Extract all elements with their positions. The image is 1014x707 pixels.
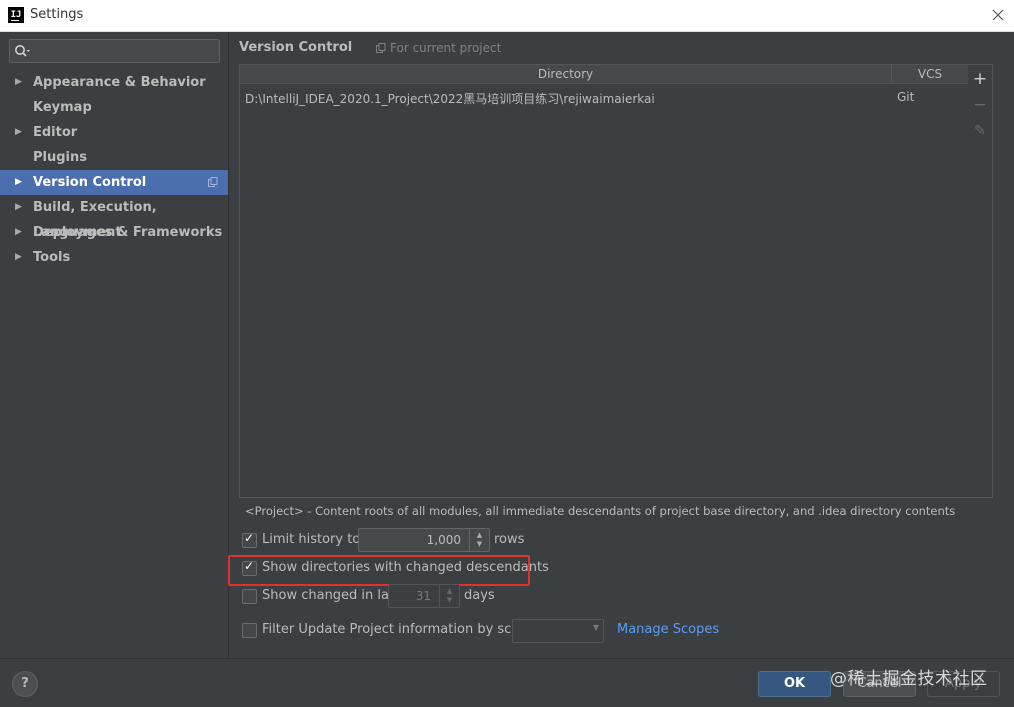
sidebar-item-plugins[interactable]: Plugins (0, 145, 228, 170)
sidebar-item-editor[interactable]: ▶ Editor (0, 120, 228, 145)
sidebar-item-label: Editor (33, 125, 78, 140)
sidebar-item-label: Version Control (33, 175, 147, 190)
sidebar-item-languages-frameworks[interactable]: ▶ Languages & Frameworks (0, 220, 228, 245)
table-cell-directory[interactable]: D:\IntelliJ_IDEA_2020.1_Project\2022黑马培训… (245, 90, 655, 107)
days-value: 31 (415, 589, 431, 603)
sidebar-item-version-control[interactable]: ▶ Version Control (0, 170, 228, 195)
limit-history-label: Limit history to: (262, 532, 365, 547)
spinner-arrows-icon[interactable]: ▲ ▼ (439, 585, 459, 607)
filter-update-checkbox[interactable] (242, 623, 257, 638)
limit-history-stepper[interactable]: 1,000 ▲ ▼ (358, 528, 490, 552)
sidebar-item-keymap[interactable]: Keymap (0, 95, 228, 120)
edit-mapping-button[interactable]: ✎ (968, 119, 992, 143)
close-icon (992, 9, 1004, 21)
expand-arrow-icon[interactable]: ▶ (15, 170, 22, 195)
days-suffix: days (464, 588, 495, 603)
minus-icon: − (972, 95, 988, 115)
intellij-app-icon: IJ (8, 7, 24, 23)
sidebar-item-label: Languages & Frameworks (33, 225, 223, 240)
days-stepper[interactable]: 31 ▲ ▼ (388, 584, 460, 608)
expand-arrow-icon[interactable]: ▶ (15, 120, 22, 145)
add-mapping-button[interactable]: + (968, 67, 992, 91)
sidebar-item-appearance-behavior[interactable]: ▶ Appearance & Behavior (0, 70, 228, 95)
settings-sidebar: ▶ Appearance & Behavior Keymap ▶ Editor … (0, 32, 229, 658)
column-header-directory[interactable]: Directory (240, 65, 892, 84)
show-dirs-changed-descendants-checkbox[interactable] (242, 559, 257, 576)
show-dirs-label: Show directories with changed descendant… (262, 560, 549, 575)
watermark: @稀土掘金技术社区 (830, 669, 988, 689)
column-header-vcs[interactable]: VCS (892, 65, 968, 84)
close-button[interactable] (986, 3, 1010, 27)
expand-arrow-icon[interactable]: ▶ (15, 220, 22, 245)
chevron-down-icon: ▼ (592, 623, 599, 632)
remove-mapping-button[interactable]: − (968, 93, 992, 117)
window-title: Settings (30, 7, 84, 22)
table-toolbar: + − ✎ (968, 64, 993, 498)
vcs-mappings-table: Directory VCS D:\IntelliJ_IDEA_2020.1_Pr… (239, 64, 969, 498)
help-button[interactable]: ? (12, 671, 38, 697)
scope-hint: For current project (390, 41, 502, 55)
search-icon (15, 45, 30, 57)
expand-arrow-icon[interactable]: ▶ (15, 70, 22, 95)
page-title: Version Control (239, 40, 353, 55)
sidebar-item-build-execution-deployment[interactable]: ▶ Build, Execution, Deployment (0, 195, 228, 240)
spinner-arrows-icon[interactable]: ▲ ▼ (469, 529, 489, 551)
project-scope-icon (376, 43, 386, 53)
sidebar-item-label: Plugins (33, 150, 87, 165)
expand-arrow-icon[interactable]: ▶ (15, 195, 22, 220)
manage-scopes-link[interactable]: Manage Scopes (617, 622, 719, 637)
filter-update-label: Filter Update Project information by sco… (262, 622, 536, 637)
show-changed-in-last-checkbox[interactable] (242, 589, 257, 604)
show-changed-label: Show changed in last (262, 588, 401, 603)
scope-dropdown[interactable]: ▼ (512, 619, 604, 643)
title-bar: IJ Settings (0, 0, 1014, 32)
rows-suffix: rows (494, 532, 525, 547)
table-cell-vcs[interactable]: Git (897, 90, 914, 104)
question-mark-icon: ? (21, 676, 29, 691)
expand-arrow-icon[interactable]: ▶ (15, 245, 22, 270)
sidebar-item-label: Keymap (33, 100, 92, 115)
sidebar-item-label: Appearance & Behavior (33, 75, 206, 90)
plus-icon: + (972, 69, 988, 89)
roots-description: <Project> - Content roots of all modules… (245, 504, 956, 518)
ok-button[interactable]: OK (758, 671, 831, 697)
sidebar-item-label: Tools (33, 250, 71, 265)
project-scope-icon (208, 177, 218, 187)
pencil-icon: ✎ (974, 123, 986, 139)
limit-history-checkbox[interactable] (242, 531, 257, 548)
limit-history-value: 1,000 (426, 533, 461, 547)
sidebar-item-tools[interactable]: ▶ Tools (0, 245, 228, 270)
footer-divider (0, 658, 1014, 659)
settings-search-input[interactable] (9, 39, 220, 63)
